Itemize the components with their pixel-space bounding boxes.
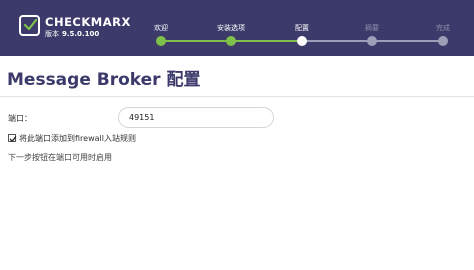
step-install-options: 安装选项 xyxy=(201,0,261,56)
next-button-hint: 下一步按钮在端口可用时启用 xyxy=(8,153,112,162)
checkmark-logo-icon xyxy=(19,15,40,36)
step-dot-done xyxy=(226,36,236,46)
wizard-header: CHECKMARX 版本 9.5.0.100 欢迎 安装选项 配置 摘要 完成 xyxy=(0,0,474,56)
step-dot-current xyxy=(297,36,307,46)
step-welcome: 欢迎 xyxy=(131,0,191,56)
version-label: 版本 xyxy=(45,30,59,38)
version-number: 9.5.0.100 xyxy=(62,30,100,38)
port-input[interactable] xyxy=(118,107,274,128)
step-dot-done xyxy=(156,36,166,46)
port-label: 端口： xyxy=(8,114,32,123)
step-label: 欢迎 xyxy=(154,24,168,32)
step-summary: 摘要 xyxy=(342,0,402,56)
divider xyxy=(0,96,474,97)
step-label: 安装选项 xyxy=(217,24,245,32)
checkmark-icon xyxy=(9,136,17,143)
step-dot-todo xyxy=(438,36,448,46)
step-label: 配置 xyxy=(295,24,309,32)
step-label: 摘要 xyxy=(365,24,379,32)
step-finish: 完成 xyxy=(413,0,473,56)
page-title: Message Broker 配置 xyxy=(7,70,201,90)
step-dot-todo xyxy=(367,36,377,46)
firewall-checkbox-label[interactable]: 将此端口添加到firewall入站规则 xyxy=(19,133,136,144)
firewall-checkbox[interactable] xyxy=(8,134,17,143)
version-info: 版本 9.5.0.100 xyxy=(45,29,99,39)
brand-name: CHECKMARX xyxy=(45,15,131,29)
step-configuration: 配置 xyxy=(272,0,332,56)
step-label: 完成 xyxy=(436,24,450,32)
